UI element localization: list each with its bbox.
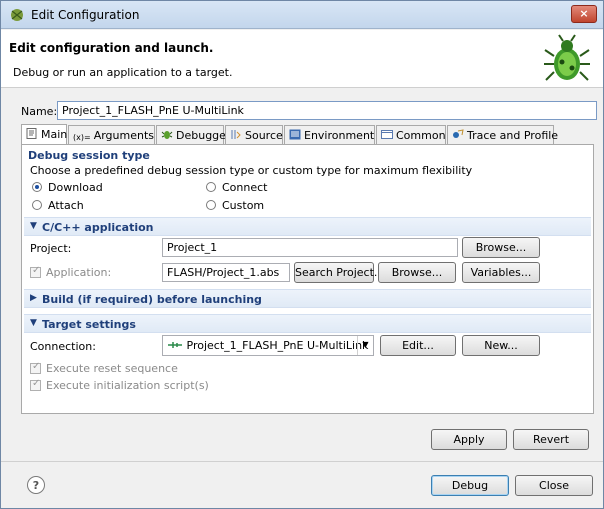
application-field[interactable]: FLASH/Project_1.abs	[162, 263, 290, 282]
apply-button[interactable]: Apply	[431, 429, 507, 450]
header-subtitle: Debug or run an application to a target.	[13, 66, 233, 79]
window-title: Edit Configuration	[31, 8, 140, 22]
application-checkbox	[30, 265, 41, 278]
tab-arguments[interactable]: (x)= Arguments	[68, 125, 155, 145]
project-field[interactable]: Project_1	[162, 238, 458, 257]
source-icon	[231, 130, 241, 139]
tab-source[interactable]: Source	[225, 125, 283, 145]
target-settings-section-header[interactable]: ▼ Target settings	[24, 314, 591, 333]
connection-value: Project_1_FLASH_PnE U-MultiLink	[186, 339, 369, 352]
edit-connection-button[interactable]: Edit...	[380, 335, 456, 356]
init-script-label: Execute initialization script(s)	[46, 379, 209, 392]
radio-download[interactable]	[32, 182, 42, 192]
main-tab-panel: Debug session type Choose a predefined d…	[21, 144, 594, 414]
radio-attach-label[interactable]: Attach	[48, 199, 84, 212]
revert-button[interactable]: Revert	[513, 429, 589, 450]
help-icon[interactable]: ?	[27, 476, 45, 494]
expand-arrow-icon: ▼	[30, 221, 37, 231]
application-label: Application:	[46, 266, 112, 279]
radio-download-label[interactable]: Download	[48, 181, 103, 194]
main-tab-icon	[26, 128, 37, 139]
tab-trace-and-profile[interactable]: Trace and Profile	[447, 125, 558, 145]
browse-application-button[interactable]: Browse...	[378, 262, 456, 283]
radio-connect-label[interactable]: Connect	[222, 181, 267, 194]
close-button[interactable]: Close	[515, 475, 593, 496]
chevron-down-icon[interactable]: ▼	[357, 336, 373, 355]
tab-common[interactable]: Common	[376, 125, 446, 145]
search-project-button[interactable]: Search Project...	[294, 262, 384, 283]
arguments-icon: (x)=	[73, 133, 91, 142]
tab-main[interactable]: Main	[21, 124, 67, 145]
name-label: Name:	[21, 105, 58, 118]
debug-button[interactable]: Debug	[431, 475, 509, 496]
debug-bug-icon	[544, 34, 590, 81]
edit-configuration-dialog: Edit Configuration × Edit configuration …	[0, 0, 604, 509]
collapsed-arrow-icon: ▶	[30, 293, 37, 303]
tab-environment[interactable]: Environment	[284, 125, 375, 145]
eclipse-app-icon	[11, 9, 23, 21]
tab-debugger[interactable]: Debugger	[156, 125, 230, 145]
radio-connect[interactable]	[206, 182, 216, 192]
close-window-button[interactable]: ×	[571, 5, 597, 23]
radio-attach[interactable]	[32, 200, 42, 210]
project-label: Project:	[30, 242, 72, 255]
reset-sequence-checkbox	[30, 361, 41, 374]
reset-sequence-label: Execute reset sequence	[46, 362, 178, 375]
new-connection-button[interactable]: New...	[462, 335, 540, 356]
header-title: Edit configuration and launch.	[9, 41, 214, 55]
init-script-checkbox	[30, 378, 41, 391]
browse-project-button[interactable]: Browse...	[462, 237, 540, 258]
footer-separator	[1, 461, 603, 462]
radio-custom[interactable]	[206, 200, 216, 210]
expand-arrow-icon: ▼	[30, 318, 37, 328]
build-section-header[interactable]: ▶ Build (if required) before launching	[24, 289, 591, 308]
name-input[interactable]	[57, 101, 597, 120]
common-icon	[381, 130, 393, 139]
title-bar: Edit Configuration ×	[1, 1, 603, 29]
trace-profile-icon	[453, 129, 464, 138]
connection-label: Connection:	[30, 340, 96, 353]
connection-dropdown[interactable]: Project_1_FLASH_PnE U-MultiLink ▼	[162, 335, 374, 356]
variables-button[interactable]: Variables...	[462, 262, 540, 283]
dialog-header: Edit configuration and launch. Debug or …	[1, 30, 603, 88]
connection-icon	[168, 342, 182, 348]
debug-session-description: Choose a predefined debug session type o…	[30, 164, 473, 177]
debug-session-title: Debug session type	[28, 149, 150, 162]
environment-icon	[289, 129, 301, 140]
debugger-bug-icon	[161, 131, 173, 139]
cpp-application-section-header[interactable]: ▼ C/C++ application	[24, 217, 591, 236]
radio-custom-label[interactable]: Custom	[222, 199, 264, 212]
